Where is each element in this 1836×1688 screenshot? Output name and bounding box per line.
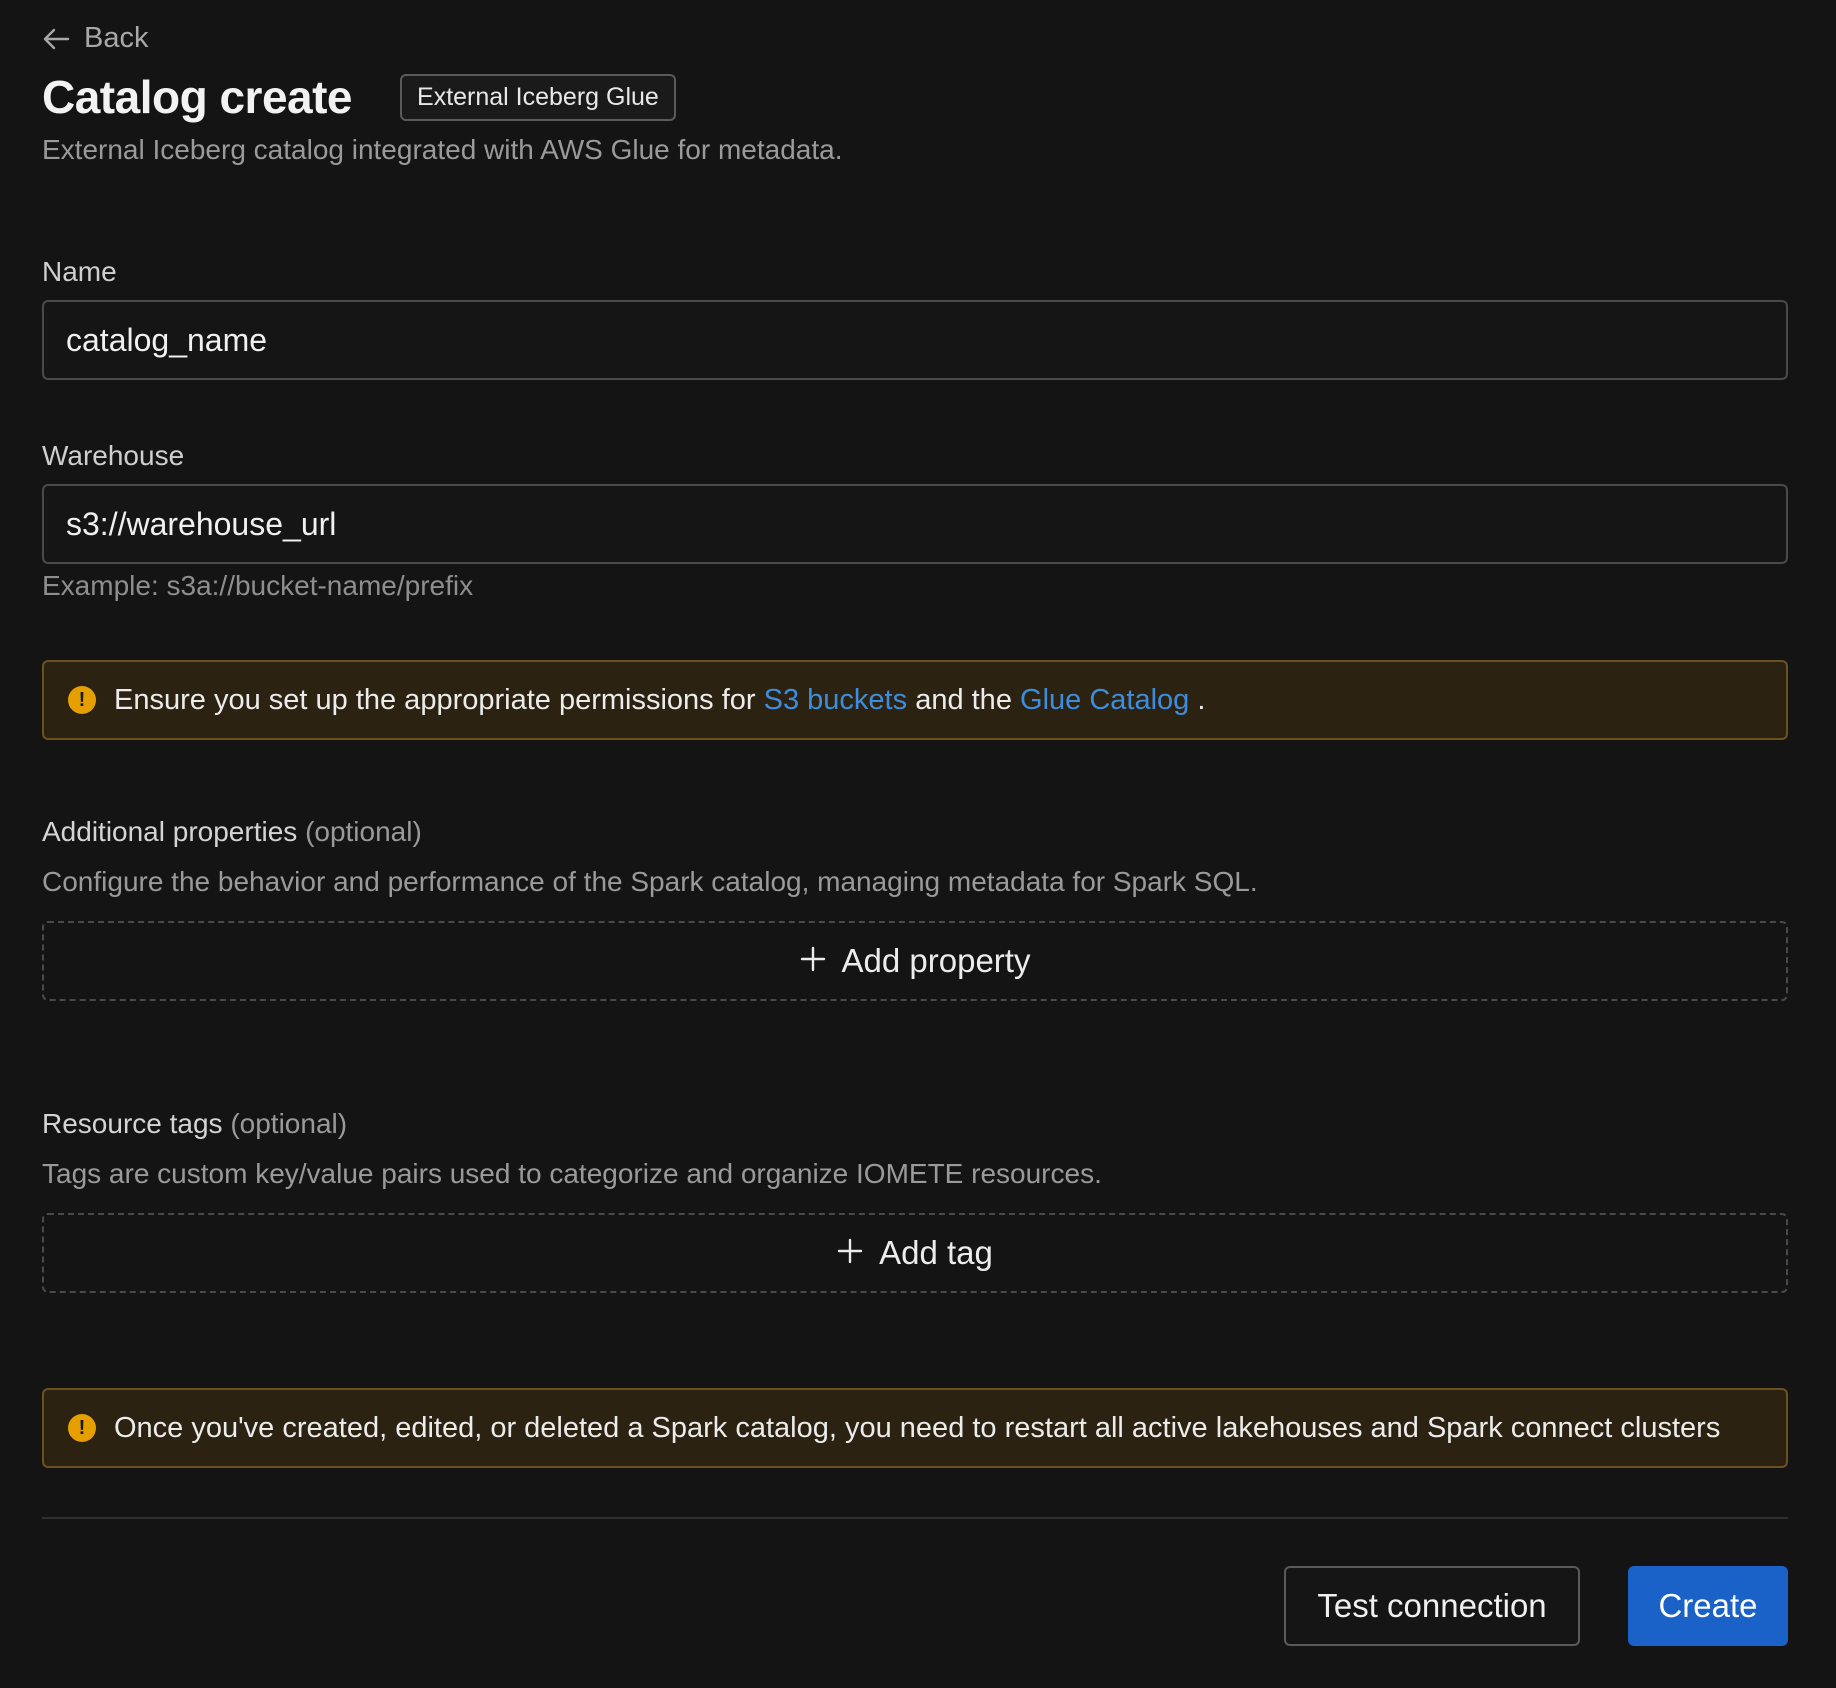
plus-icon [800,942,826,980]
alert-text-before: Ensure you set up the appropriate permis… [114,683,756,716]
restart-alert-text: Once you've created, edited, or deleted … [114,1411,1721,1444]
alert-text-middle: and the [915,683,1012,716]
permissions-alert-text: Ensure you set up the appropriate permis… [114,684,1205,717]
back-label: Back [84,22,149,54]
warehouse-helper: Example: s3a://bucket-name/prefix [42,570,474,601]
alert-text-after: . [1197,683,1206,716]
add-property-button[interactable]: Add property [42,921,1788,1001]
catalog-type-badge: External Iceberg Glue [400,73,676,121]
additional-properties-title-text: Additional properties [42,816,298,847]
footer-divider [42,1517,1788,1519]
test-connection-button[interactable]: Test connection [1284,1566,1580,1646]
arrow-left-icon [42,27,70,51]
name-input[interactable] [42,300,1788,380]
catalog-create-page: Back Catalog create External Iceberg Glu… [0,0,1836,1688]
optional-tag: (optional) [230,1108,348,1139]
warehouse-input[interactable] [42,484,1788,564]
resource-tags-description: Tags are custom key/value pairs used to … [42,1158,1102,1189]
add-tag-button[interactable]: Add tag [42,1213,1788,1293]
add-property-label: Add property [841,942,1031,979]
title-row: Catalog create External Iceberg Glue [42,70,676,124]
permissions-alert: ! Ensure you set up the appropriate perm… [42,660,1788,740]
glue-catalog-link[interactable]: Glue Catalog [1020,684,1189,716]
name-label: Name [42,256,117,287]
resource-tags-title-text: Resource tags [42,1108,223,1139]
create-button[interactable]: Create [1628,1566,1788,1646]
warning-circle-icon: ! [68,1414,96,1442]
warehouse-label: Warehouse [42,440,185,471]
restart-alert: ! Once you've created, edited, or delete… [42,1388,1788,1468]
resource-tags-title: Resource tags (optional) [42,1108,347,1140]
optional-tag: (optional) [305,816,422,847]
add-tag-label: Add tag [879,1234,993,1271]
plus-icon [837,1234,863,1272]
warning-circle-icon: ! [68,686,96,714]
page-title: Catalog create [42,71,353,123]
additional-properties-description: Configure the behavior and performance o… [42,866,1258,897]
page-subtitle: External Iceberg catalog integrated with… [42,134,843,165]
s3-buckets-link[interactable]: S3 buckets [764,684,907,716]
back-link[interactable]: Back [42,22,148,55]
additional-properties-title: Additional properties (optional) [42,816,422,848]
